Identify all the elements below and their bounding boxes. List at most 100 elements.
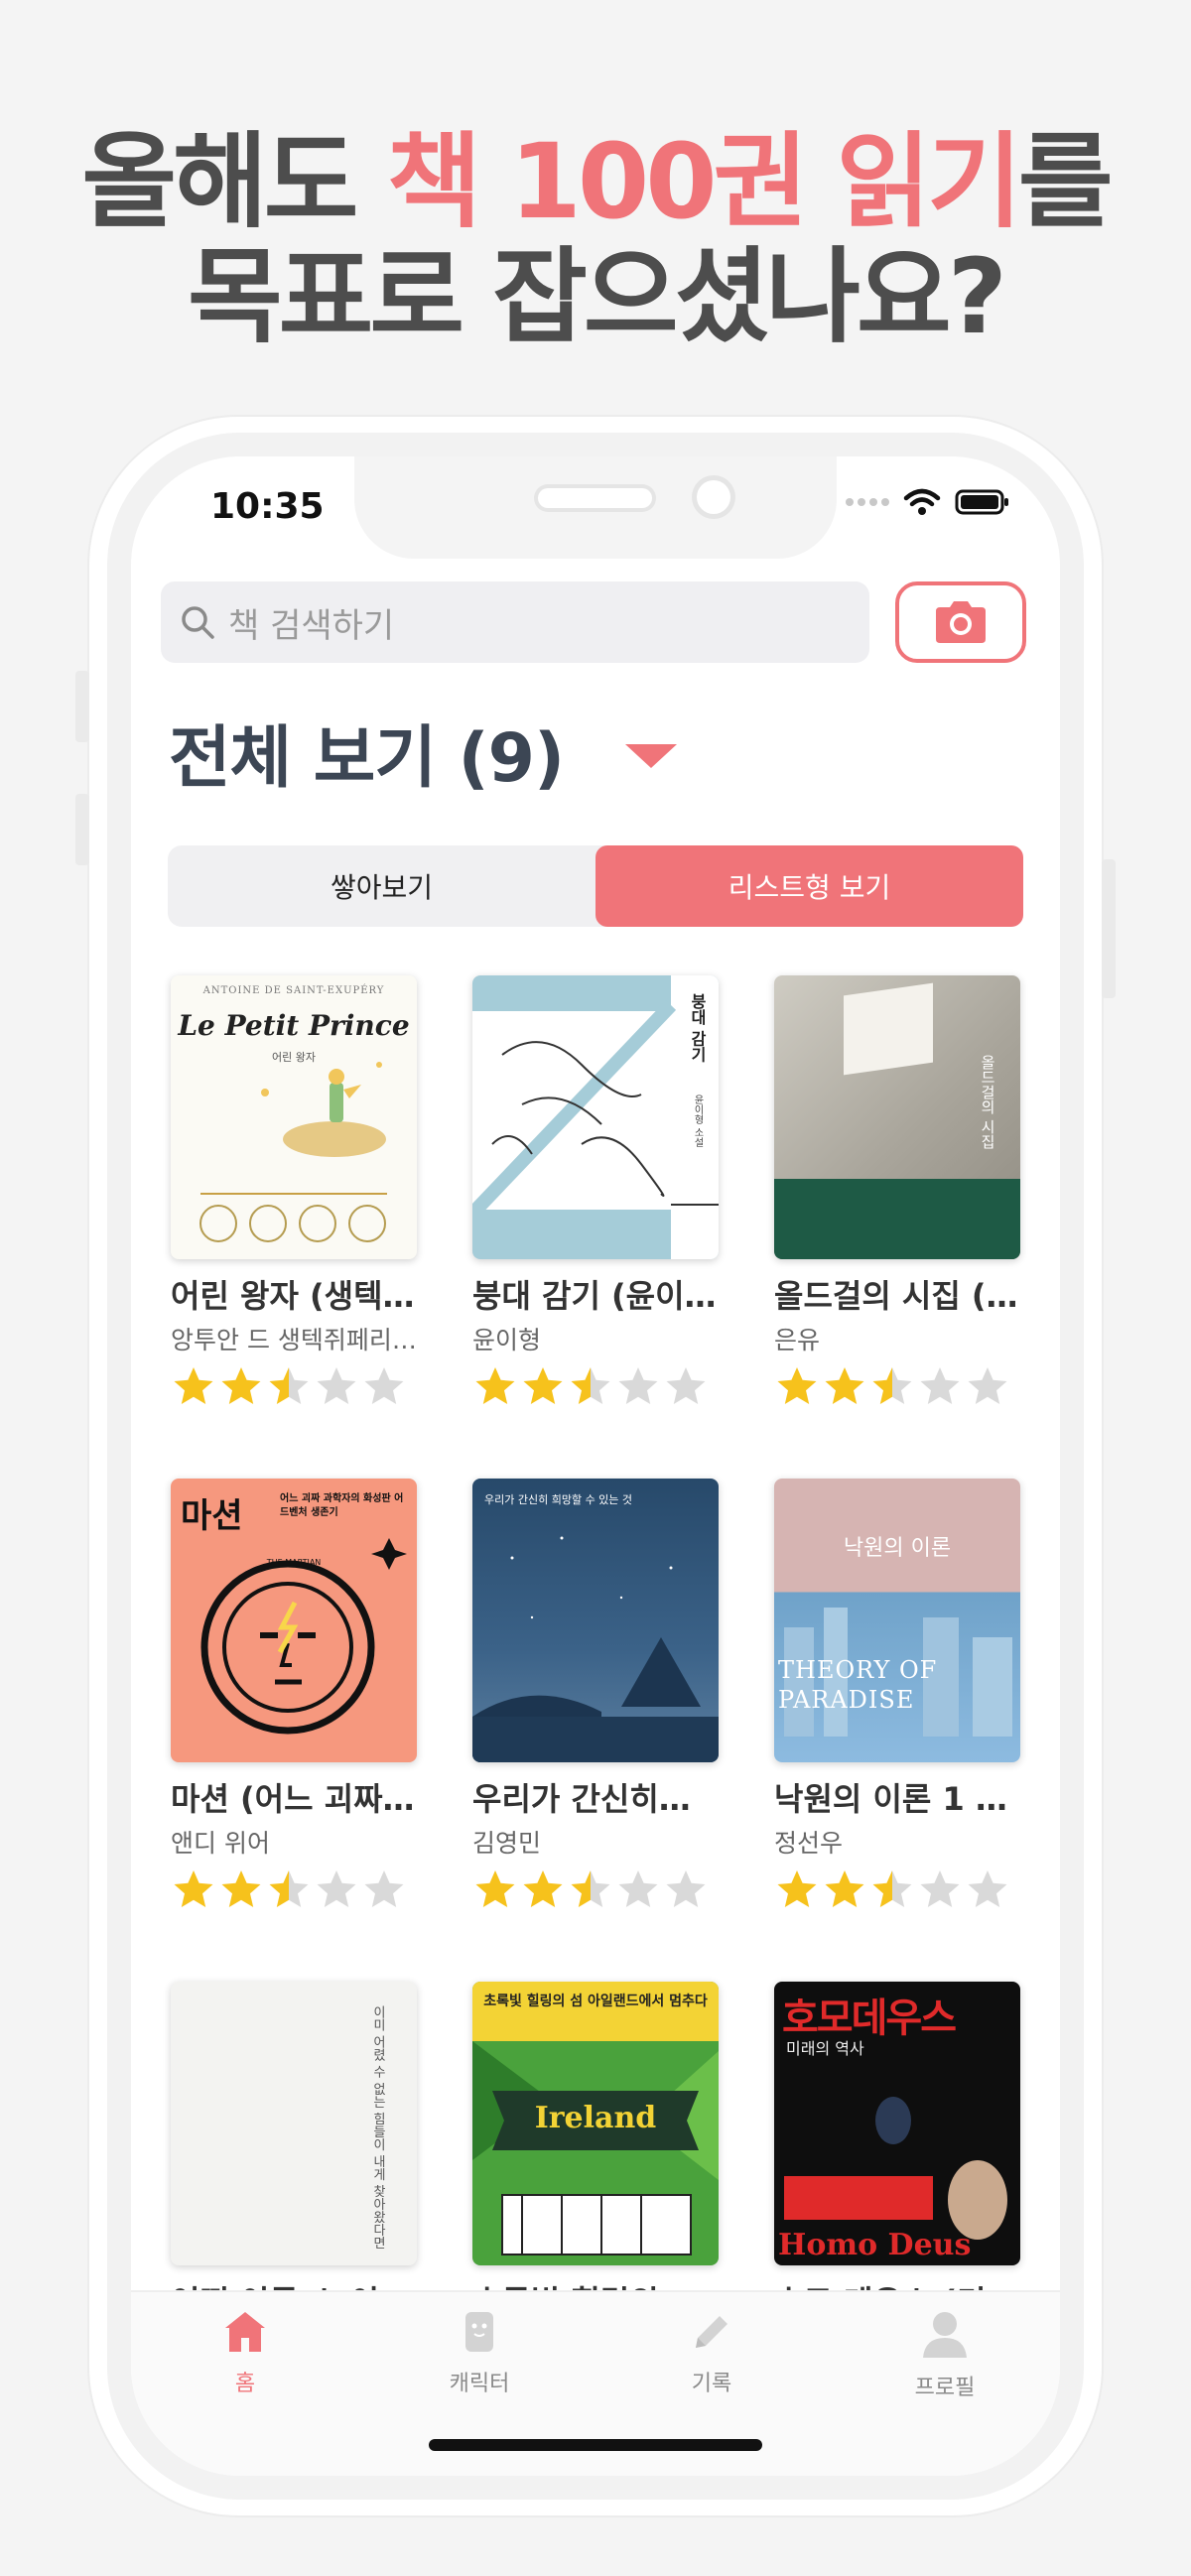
cover-illustration bbox=[472, 975, 719, 1259]
app-screen: 10:35 책 검색하기 전체 보기 (9) 쌓아보기 리스트형 보기 ANTO… bbox=[131, 456, 1060, 2476]
rating-stars bbox=[774, 1364, 1020, 1408]
tab-home[interactable]: 홈 bbox=[171, 2308, 320, 2397]
star-icon bbox=[825, 1870, 864, 1907]
star-icon bbox=[174, 1367, 213, 1404]
star-icon bbox=[475, 1367, 515, 1404]
star-icon bbox=[825, 1367, 864, 1404]
star-icon bbox=[523, 1367, 563, 1404]
star-icon bbox=[174, 1870, 213, 1907]
book-card[interactable]: 붕대 감기 윤이형 소설 붕대 감기 (윤이… 윤이형 bbox=[472, 975, 719, 1408]
stack-view-tab[interactable]: 쌓아보기 bbox=[168, 845, 596, 927]
phone-side-button bbox=[75, 671, 89, 742]
tab-label: 홈 bbox=[234, 2372, 256, 2396]
tab-record[interactable]: 기록 bbox=[637, 2308, 786, 2397]
book-title: 마션 (어느 괴짜… bbox=[171, 1780, 415, 1818]
book-card[interactable]: 우리가 간신히 희망할 수 있는 것 우리가 간신히… 김영민 bbox=[472, 1479, 719, 1911]
star-icon bbox=[920, 1367, 960, 1404]
headline-line-1: 올해도 책 100권 읽기를 bbox=[0, 124, 1191, 239]
book-cover: 붕대 감기 윤이형 소설 bbox=[472, 975, 719, 1259]
star-icon bbox=[221, 1367, 261, 1404]
front-camera bbox=[697, 480, 730, 514]
star-icon bbox=[571, 1367, 610, 1404]
star-icon bbox=[618, 1367, 658, 1404]
book-card[interactable]: 올드걸의 시집 올드걸의 시집 (… 은유 bbox=[774, 975, 1020, 1408]
book-author: 윤이형 bbox=[472, 1326, 542, 1354]
book-author: 앙투안 드 생텍쥐페리… bbox=[171, 1326, 417, 1354]
list-view-tab[interactable]: 리스트형 보기 bbox=[596, 845, 1023, 927]
headline-accent: 책 100권 읽기 bbox=[386, 121, 1022, 242]
character-icon bbox=[465, 2312, 493, 2352]
cover-text: 초록빛 힐링의 섬 아일랜드에서 멈추다 bbox=[483, 1994, 708, 2009]
tab-profile[interactable]: 프로필 bbox=[870, 2308, 1019, 2401]
status-icons bbox=[846, 488, 1010, 516]
cover-illustration bbox=[784, 2097, 1007, 2240]
star-icon bbox=[571, 1870, 610, 1907]
book-author: 김영민 bbox=[472, 1829, 542, 1858]
book-cover: 낙원의 이론 THEORY OF PARADISE bbox=[774, 1479, 1020, 1762]
dropdown-caret-icon[interactable] bbox=[625, 744, 677, 768]
tab-character[interactable]: 캐릭터 bbox=[405, 2308, 554, 2397]
star-icon bbox=[364, 1870, 404, 1907]
pencil-icon bbox=[696, 2316, 728, 2348]
book-title: 붕대 감기 (윤이… bbox=[472, 1277, 717, 1315]
book-title: 낙원의 이론 1 (… bbox=[774, 1780, 1020, 1818]
rating-stars bbox=[774, 1868, 1020, 1911]
cover-illustration bbox=[784, 1608, 1012, 1737]
cover-illustration bbox=[199, 1062, 387, 1242]
star-icon bbox=[364, 1367, 404, 1404]
book-card[interactable]: 초록빛 힐링의 섬 아일랜드에서 멈추다 Ireland 초록빛 힐링의… bbox=[472, 1982, 719, 2323]
headline-line-2: 목표로 잡으셨나요? bbox=[188, 236, 1007, 357]
star-icon bbox=[920, 1870, 960, 1907]
status-time: 10:35 bbox=[210, 486, 325, 527]
star-icon bbox=[523, 1870, 563, 1907]
rating-stars bbox=[472, 1868, 719, 1911]
book-cover: 우리가 간신히 희망할 수 있는 것 bbox=[472, 1479, 719, 1762]
star-icon bbox=[872, 1870, 912, 1907]
star-icon bbox=[777, 1870, 817, 1907]
book-author: 정선우 bbox=[774, 1829, 844, 1858]
book-author: 은유 bbox=[774, 1326, 821, 1354]
home-indicator[interactable] bbox=[429, 2439, 762, 2451]
cover-window bbox=[844, 982, 933, 1076]
cover-illustration bbox=[472, 1536, 719, 1762]
profile-icon bbox=[923, 2312, 967, 2358]
camera-scan-button[interactable] bbox=[895, 581, 1026, 663]
camera-icon bbox=[936, 601, 986, 643]
book-card[interactable]: 호모데우스 미래의 역사 Homo Deus 호모 데우스 (미… bbox=[774, 1982, 1020, 2323]
book-title: 우리가 간신히… bbox=[472, 1780, 691, 1818]
book-card[interactable]: 마션 어느 괴짜 과학자의 화성판 어드벤처 생존기 THE MARTIAN 마… bbox=[171, 1479, 417, 1911]
cover-text: 붕대 감기 bbox=[688, 993, 707, 1063]
star-icon bbox=[872, 1367, 912, 1404]
headline-post: 를 bbox=[1017, 121, 1114, 242]
book-cover: 마션 어느 괴짜 과학자의 화성판 어드벤처 생존기 THE MARTIAN bbox=[171, 1479, 417, 1762]
star-icon bbox=[666, 1367, 706, 1404]
book-card[interactable]: 낙원의 이론 THEORY OF PARADISE 낙원의 이론 1 (… 정선… bbox=[774, 1479, 1020, 1911]
rating-stars bbox=[171, 1868, 417, 1911]
cover-illustration bbox=[200, 1538, 407, 1735]
book-cover: ANTOINE DE SAINT-EXUPÉRY Le Petit Prince… bbox=[171, 975, 417, 1259]
book-card[interactable]: ANTOINE DE SAINT-EXUPÉRY Le Petit Prince… bbox=[171, 975, 417, 1408]
home-icon bbox=[225, 2312, 265, 2352]
search-icon bbox=[182, 606, 214, 639]
book-card[interactable]: 이미 어렸 수 없는 힘들이 내게 찾아왔다면 어떤 이름 스 이… bbox=[171, 1982, 417, 2323]
cover-text: THEORY OF PARADISE bbox=[778, 1656, 938, 1714]
section-title: 전체 보기 (9) bbox=[169, 719, 565, 798]
wifi-icon bbox=[903, 488, 941, 515]
tab-label: 기록 bbox=[691, 2372, 732, 2396]
rating-stars bbox=[472, 1364, 719, 1408]
star-icon bbox=[221, 1870, 261, 1907]
star-icon bbox=[475, 1870, 515, 1907]
cover-text: 윤이형 소설 bbox=[692, 1095, 703, 1148]
view-toggle: 쌓아보기 리스트형 보기 bbox=[168, 845, 1023, 927]
star-icon bbox=[269, 1367, 309, 1404]
star-icon bbox=[269, 1870, 309, 1907]
phone-side-button bbox=[75, 794, 89, 865]
book-cover: 이미 어렸 수 없는 힘들이 내게 찾아왔다면 bbox=[171, 1982, 417, 2265]
star-icon bbox=[968, 1367, 1007, 1404]
cover-text: Homo Deus bbox=[778, 2228, 972, 2262]
star-icon bbox=[968, 1870, 1007, 1907]
battery-icon bbox=[955, 489, 1008, 515]
search-input[interactable]: 책 검색하기 bbox=[161, 581, 869, 663]
rating-stars bbox=[171, 1364, 417, 1408]
speaker bbox=[538, 488, 652, 508]
